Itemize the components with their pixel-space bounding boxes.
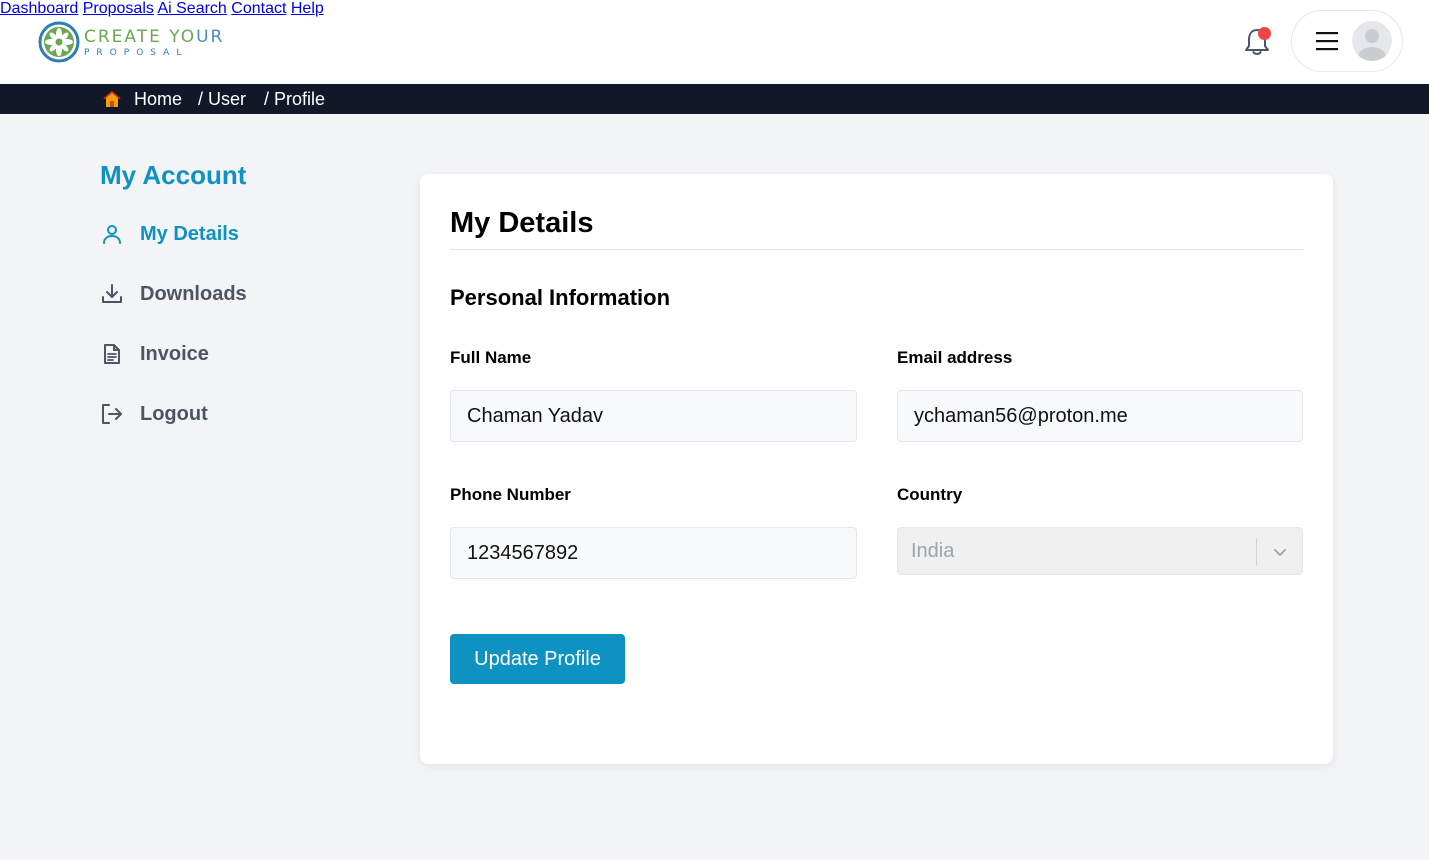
notification-badge [1258,27,1271,40]
email-field[interactable] [897,390,1303,442]
hamburger-menu-icon [1316,32,1338,51]
avatar [1352,21,1392,61]
brand-logo[interactable]: CREATE YOUR PROPOSAL [38,16,228,68]
breadcrumb-profile: / Profile [264,89,326,109]
breadcrumb-user[interactable]: / User [198,89,246,110]
avatar-placeholder-icon [1358,29,1386,61]
sidebar-title: My Account [100,160,247,190]
nav-ai-search[interactable]: Ai Search [157,0,226,17]
flower-logo-icon [38,21,80,63]
email-label: Email address [897,348,1013,367]
full-name-label: Full Name [450,348,532,367]
brand-name-line2: PROPOSAL [84,47,189,58]
home-icon [103,91,121,107]
sidebar-item-my-details[interactable]: My Details [100,219,239,249]
country-selected-value: India [911,540,955,562]
brand-name-part2: UR [196,26,225,47]
nav-contact[interactable]: Contact [231,0,286,17]
breadcrumb: Home / User / Profile [0,84,1429,114]
sidebar-item-label: Downloads [140,282,247,305]
top-header: CREATE YOUR PROPOSAL Dashboard Proposals… [0,0,1429,84]
details-card: My Details Personal Information Full Nam… [420,174,1333,764]
brand-name-line1: CREATE YOUR [84,27,224,47]
sidebar-item-logout[interactable]: Logout [100,399,208,429]
phone-field[interactable] [450,527,857,579]
chevron-down-icon [1274,549,1286,556]
page-title: My Details [450,207,594,239]
document-icon [104,344,120,364]
country-select[interactable]: India [897,527,1303,575]
sidebar-item-label: My Details [140,222,239,245]
country-label: Country [897,485,963,504]
logout-icon [102,404,122,424]
nav-dashboard[interactable]: Dashboard [0,0,78,17]
nav-help[interactable]: Help [291,0,324,17]
user-icon [103,225,121,244]
sidebar-item-label: Logout [140,402,208,425]
update-profile-button[interactable]: Update Profile [450,634,625,684]
sidebar-item-invoice[interactable]: Invoice [100,339,209,369]
select-separator [1256,538,1257,566]
phone-label: Phone Number [450,485,571,504]
nav-proposals[interactable]: Proposals [83,0,154,17]
breadcrumb-home[interactable]: Home [134,89,182,110]
section-title: Personal Information [450,285,671,310]
user-menu-button[interactable] [1291,10,1403,72]
title-divider [450,249,1303,250]
brand-name-part1: CREATE YO [84,26,197,47]
sidebar-item-downloads[interactable]: Downloads [100,279,247,309]
download-icon [102,284,122,303]
brand-wordmark: CREATE YOUR PROPOSAL [84,27,224,58]
sidebar-item-label: Invoice [140,342,209,365]
full-name-field[interactable] [450,390,857,442]
